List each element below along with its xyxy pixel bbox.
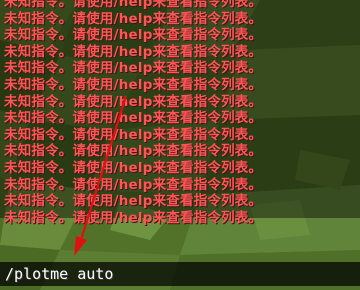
chat-message: 未知指令。请使用/help来查看指令列表。 <box>4 60 263 77</box>
chat-panel: 未知指令。请使用/help来查看指令列表。 未知指令。请使用/help来查看指令… <box>0 0 360 226</box>
chat-message: 未知指令。请使用/help来查看指令列表。 <box>4 76 263 93</box>
chat-message: 未知指令。请使用/help来查看指令列表。 <box>4 93 263 110</box>
chat-message: 未知指令。请使用/help来查看指令列表。 <box>4 193 263 210</box>
chat-message: 未知指令。请使用/help来查看指令列表。 <box>4 209 263 226</box>
chat-command-input[interactable] <box>5 264 350 284</box>
chat-log: 未知指令。请使用/help来查看指令列表。 未知指令。请使用/help来查看指令… <box>4 0 358 226</box>
chat-message: 未知指令。请使用/help来查看指令列表。 <box>4 27 263 44</box>
chat-message: 未知指令。请使用/help来查看指令列表。 <box>4 159 263 176</box>
chat-message: 未知指令。请使用/help来查看指令列表。 <box>4 10 263 27</box>
chat-message: 未知指令。请使用/help来查看指令列表。 <box>4 0 263 10</box>
chat-message: 未知指令。请使用/help来查看指令列表。 <box>4 110 263 127</box>
chat-message: 未知指令。请使用/help来查看指令列表。 <box>4 126 263 143</box>
chat-message: 未知指令。请使用/help来查看指令列表。 <box>4 43 263 60</box>
chat-input-bar[interactable] <box>0 262 360 286</box>
chat-message: 未知指令。请使用/help来查看指令列表。 <box>4 176 263 193</box>
chat-message: 未知指令。请使用/help来查看指令列表。 <box>4 143 263 160</box>
